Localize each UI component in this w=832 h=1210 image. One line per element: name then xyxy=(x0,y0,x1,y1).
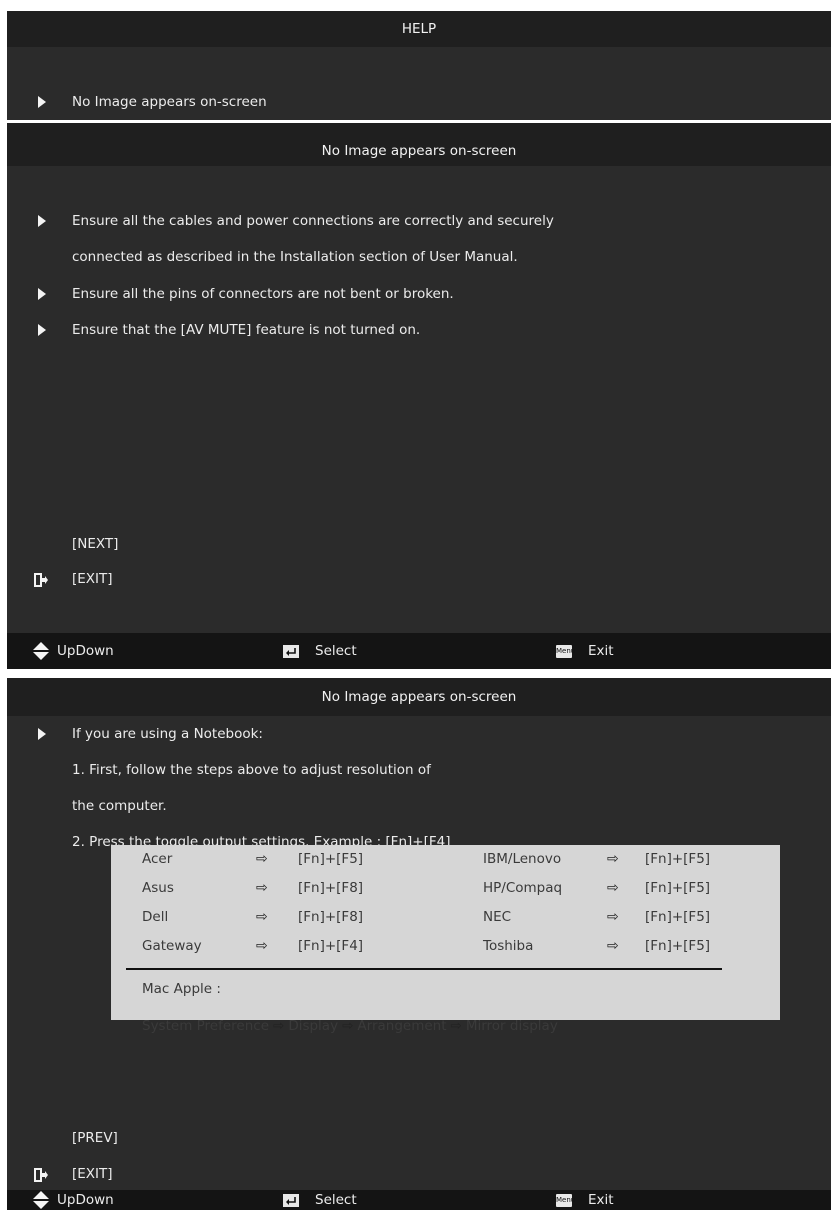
no-image-panel-page2: No Image appears on-screen If you are us… xyxy=(7,678,831,1210)
brand-left: Dell xyxy=(142,909,169,925)
table-divider xyxy=(126,968,722,970)
mac-path-step: System Preference xyxy=(142,1018,269,1034)
help-item-no-image[interactable]: No Image appears on-screen xyxy=(7,93,831,113)
step1-line2: the computer. xyxy=(72,798,167,814)
hotkey-table: Mac Apple : System Preference ⇨ Display ⇨ Ar… xyxy=(111,845,780,1034)
arrow-left-icon: ⇨ xyxy=(256,851,268,867)
next-button[interactable]: [NEXT] xyxy=(7,534,831,554)
path-arrow-icon: ⇨ xyxy=(273,1018,285,1034)
bullet-cables-line2: connected as described in the Installati… xyxy=(72,249,518,265)
mac-path-step: Arrangement xyxy=(357,1018,447,1034)
brand-right: NEC xyxy=(483,909,512,925)
updown-label: UpDown xyxy=(57,1192,114,1208)
select-label: Select xyxy=(315,1192,357,1208)
notebook-intro: If you are using a Notebook: xyxy=(72,726,263,742)
hotkey-right: [Fn]+[F5] xyxy=(645,938,711,954)
hotkey-left: [Fn]+[F4] xyxy=(298,938,364,954)
bullet-arrow-icon xyxy=(38,96,46,108)
arrow-left-icon: ⇨ xyxy=(256,880,268,896)
arrow-right-icon: ⇨ xyxy=(607,909,619,925)
page1-title: No Image appears on-screen xyxy=(7,123,831,166)
arrow-left-icon: ⇨ xyxy=(256,909,268,925)
step1-line1: 1. First, follow the steps above to adju… xyxy=(72,762,431,778)
help-title: HELP xyxy=(7,11,831,47)
page1-bullet-cables: Ensure all the cables and power connecti… xyxy=(7,211,831,231)
hotkey-right: [Fn]+[F5] xyxy=(645,880,711,896)
brand-left: Acer xyxy=(142,851,173,867)
page2-step1: 1. First, follow the steps above to adju… xyxy=(7,760,831,780)
bullet-arrow-icon xyxy=(38,288,46,300)
arrow-right-icon: ⇨ xyxy=(607,851,619,867)
page2-footer-bar: UpDown Select Menu Exit xyxy=(7,1190,831,1210)
exit-door-icon xyxy=(34,573,48,587)
no-image-panel-page1: No Image appears on-screen Ensure all th… xyxy=(7,123,831,669)
mac-path-step: Mirror display xyxy=(465,1018,558,1034)
page1-bullet-pins: Ensure all the pins of connectors are no… xyxy=(7,284,831,304)
updown-label: UpDown xyxy=(57,643,114,659)
select-label: Select xyxy=(315,643,357,659)
enter-key-icon xyxy=(283,1193,299,1207)
exit-hint: Menu Exit xyxy=(556,633,614,669)
menu-key-icon: Menu xyxy=(556,644,575,658)
hotkey-left: [Fn]+[F8] xyxy=(298,880,364,896)
hotkey-right: [Fn]+[F5] xyxy=(645,909,711,925)
select-hint: Select xyxy=(283,633,357,669)
prev-button[interactable]: [PREV] xyxy=(7,1128,831,1148)
exit-hint-label: Exit xyxy=(588,1192,614,1208)
select-hint: Select xyxy=(283,1190,357,1210)
exit-button[interactable]: [EXIT] xyxy=(7,1164,831,1184)
updown-hint: UpDown xyxy=(33,633,114,669)
page1-bullet-avmute: Ensure that the [AV MUTE] feature is not… xyxy=(7,320,831,340)
mac-label: Mac Apple : xyxy=(142,981,221,997)
bullet-arrow-icon xyxy=(38,324,46,336)
path-arrow-icon: ⇨ xyxy=(450,1018,462,1034)
arrow-right-icon: ⇨ xyxy=(607,880,619,896)
brand-right: IBM/Lenovo xyxy=(483,851,562,867)
bullet-avmute-text: Ensure that the [AV MUTE] feature is not… xyxy=(72,322,421,338)
page2-title: No Image appears on-screen xyxy=(7,678,831,716)
exit-button[interactable]: [EXIT] xyxy=(7,569,831,589)
bullet-pins-text: Ensure all the pins of connectors are no… xyxy=(72,286,454,302)
prev-label: [PREV] xyxy=(72,1130,118,1146)
path-arrow-icon: ⇨ xyxy=(342,1018,354,1034)
updown-arrows-icon xyxy=(33,642,49,660)
page2-bullet-notebook: If you are using a Notebook: xyxy=(7,724,831,744)
hotkey-right: [Fn]+[F5] xyxy=(645,851,711,867)
updown-arrows-icon xyxy=(33,1191,49,1209)
exit-hint-label: Exit xyxy=(588,643,614,659)
help-item-label: No Image appears on-screen xyxy=(72,94,267,110)
enter-key-icon xyxy=(283,644,299,658)
brand-left: Gateway xyxy=(142,938,202,954)
page1-bullet-cables-cont: connected as described in the Installati… xyxy=(7,247,831,267)
brand-left: Asus xyxy=(142,880,174,896)
brand-right: Toshiba xyxy=(483,938,534,954)
exit-hint: Menu Exit xyxy=(556,1190,614,1210)
hotkey-left: [Fn]+[F5] xyxy=(298,851,364,867)
bullet-cables-line1: Ensure all the cables and power connecti… xyxy=(72,213,554,229)
exit-label: [EXIT] xyxy=(72,571,113,587)
menu-key-icon: Menu xyxy=(556,1193,575,1207)
page2-step1-cont: the computer. xyxy=(7,796,831,816)
mac-path: System Preference ⇨ Display ⇨ Arrangement ⇨ Mi… xyxy=(142,1018,558,1034)
updown-hint: UpDown xyxy=(33,1190,114,1210)
bullet-arrow-icon xyxy=(38,728,46,740)
hotkey-left: [Fn]+[F8] xyxy=(298,909,364,925)
bullet-arrow-icon xyxy=(38,215,46,227)
exit-label: [EXIT] xyxy=(72,1166,113,1182)
help-panel: HELP No Image appears on-screen xyxy=(7,11,831,120)
mac-path-step: Display xyxy=(288,1018,339,1034)
page1-footer-bar: UpDown Select Menu Exit xyxy=(7,633,831,669)
brand-right: HP/Compaq xyxy=(483,880,563,896)
next-label: [NEXT] xyxy=(72,536,119,552)
exit-door-icon xyxy=(34,1168,48,1182)
arrow-left-icon: ⇨ xyxy=(256,938,268,954)
arrow-right-icon: ⇨ xyxy=(607,938,619,954)
